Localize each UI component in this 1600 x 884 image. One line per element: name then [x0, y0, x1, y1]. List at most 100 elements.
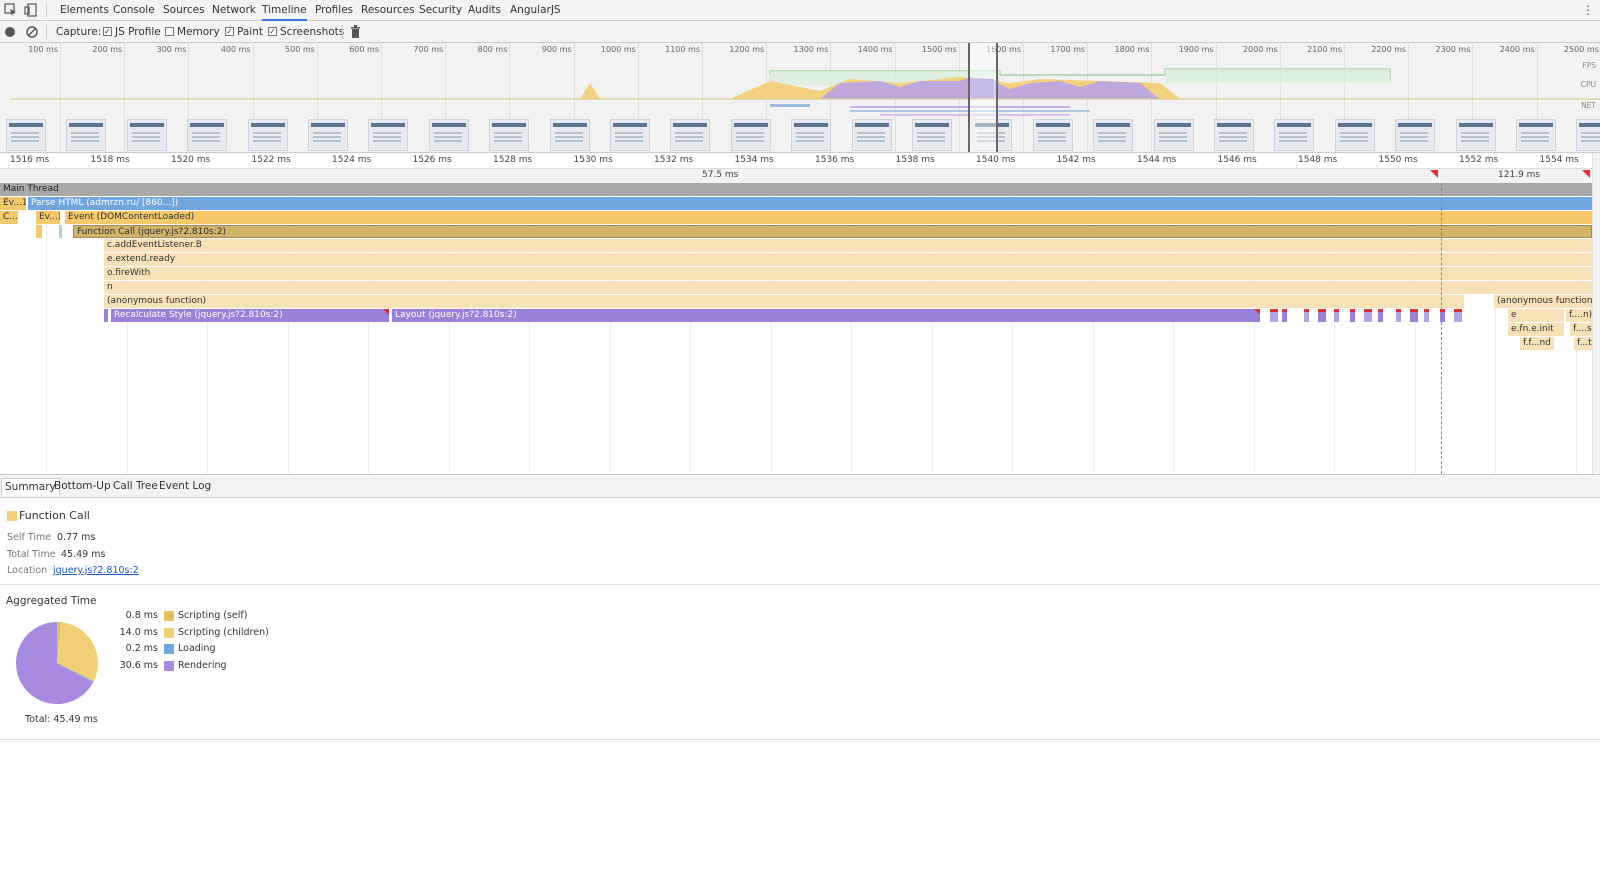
tab-audits[interactable]: Audits — [468, 0, 501, 21]
flame-parse-html-bar[interactable]: Parse HTML (admrzn.ru/ [860...]) — [28, 197, 1592, 210]
flame-layout-slice[interactable] — [1270, 309, 1278, 322]
flame-fn-init-bar[interactable]: e.fn.e.init — [1508, 323, 1564, 336]
js-profile-checkbox[interactable]: ✓ — [103, 27, 112, 36]
screenshot-thumbnail[interactable] — [730, 119, 771, 151]
screenshot-thumbnail[interactable] — [6, 119, 46, 151]
screenshot-thumbnail[interactable] — [126, 119, 167, 151]
memory-label[interactable]: Memory — [177, 21, 220, 43]
inspect-element-icon[interactable] — [4, 3, 18, 17]
flame-recalculate-style-bar[interactable]: Recalculate Style (jquery.js?2.810s:2) — [111, 309, 389, 322]
flame-chart[interactable]: Main Thread Ev...1) Parse HTML (admrzn.r… — [0, 183, 1592, 474]
net-lane-label: NET — [1581, 101, 1596, 110]
paint-label[interactable]: Paint — [237, 21, 263, 43]
screenshot-thumbnail[interactable] — [66, 119, 107, 151]
flame-layout-slice[interactable] — [1378, 309, 1383, 322]
flame-f-n-bar[interactable]: f....n) — [1566, 309, 1592, 322]
memory-checkbox[interactable] — [165, 27, 174, 36]
screenshot-thumbnail[interactable] — [610, 119, 650, 151]
timeline-overview[interactable]: 100 ms 200 ms 300 ms 400 ms 500 ms 600 ms 700 … — [0, 43, 1600, 153]
screenshot-thumbnail[interactable] — [1093, 119, 1134, 151]
flame-small-bar[interactable] — [59, 225, 62, 238]
screenshot-thumbnail[interactable] — [912, 119, 952, 151]
flame-event-domcontentloaded-bar[interactable]: Event (DOMContentLoaded) — [65, 211, 1592, 224]
tab-console[interactable]: Console — [113, 0, 155, 21]
device-mode-icon[interactable] — [24, 3, 38, 17]
screenshot-thumbnail[interactable] — [1516, 119, 1556, 151]
flame-layout-slice[interactable] — [1396, 309, 1401, 322]
tab-bottom-up[interactable]: Bottom-Up — [51, 478, 114, 496]
flame-layout-bar[interactable]: Layout (jquery.js?2.810s:2) — [392, 309, 1260, 322]
flame-layout-slice[interactable] — [1350, 309, 1355, 322]
screenshot-thumbnail[interactable] — [1334, 119, 1375, 151]
trash-icon[interactable] — [350, 25, 361, 38]
flame-n-bar[interactable]: n — [104, 281, 1592, 294]
flame-f-s-bar[interactable]: f....s — [1570, 323, 1592, 336]
flame-layout-slice[interactable] — [1364, 309, 1372, 322]
flame-scrollbar[interactable] — [1592, 153, 1600, 474]
flame-layout-slice[interactable] — [1454, 309, 1462, 322]
flame-ffnd-bar[interactable]: f.f...nd — [1520, 337, 1554, 350]
warning-marker-icon — [1254, 309, 1260, 315]
more-options-icon[interactable]: ⋮ — [1582, 3, 1594, 17]
screenshot-thumbnail[interactable] — [1455, 119, 1496, 151]
flame-layout-slice[interactable] — [1304, 309, 1309, 322]
tab-sources[interactable]: Sources — [163, 0, 205, 21]
flame-e-bar[interactable]: e — [1508, 309, 1564, 322]
tab-elements[interactable]: Elements — [60, 0, 109, 21]
location-link[interactable]: jquery.js?2.810s:2 — [53, 565, 139, 576]
screenshots-checkbox[interactable]: ✓ — [268, 27, 277, 36]
flame-fire-with-bar[interactable]: o.fireWith — [104, 267, 1592, 280]
tab-event-log[interactable]: Event Log — [156, 478, 214, 496]
screenshot-thumbnail[interactable] — [1576, 119, 1600, 151]
screenshot-thumbnail[interactable] — [187, 119, 228, 151]
ruler-tick-label: 1532 ms — [654, 155, 694, 165]
warning-marker-icon — [383, 309, 389, 315]
tab-timeline[interactable]: Timeline — [262, 0, 307, 21]
flame-event-bar[interactable]: C...) — [0, 211, 18, 224]
tab-call-tree[interactable]: Call Tree — [110, 478, 161, 496]
screenshot-thumbnail[interactable] — [851, 119, 892, 151]
overview-selection-window[interactable] — [968, 43, 998, 152]
screenshot-thumbnail[interactable] — [308, 119, 348, 151]
flame-layout-slice[interactable] — [1410, 309, 1418, 322]
flame-layout-slice[interactable] — [1282, 309, 1287, 322]
clear-icon[interactable] — [26, 26, 38, 38]
ruler-tick-label: 1518 ms — [90, 155, 130, 165]
tab-angularjs[interactable]: AngularJS — [510, 0, 561, 21]
flame-f-t-bar[interactable]: f...t — [1574, 337, 1592, 350]
screenshot-thumbnail[interactable] — [1032, 119, 1073, 151]
screenshot-thumbnail[interactable] — [247, 119, 288, 151]
flame-event-bar[interactable]: Ev...1) — [0, 197, 26, 210]
tab-network[interactable]: Network — [212, 0, 256, 21]
tab-resources[interactable]: Resources — [361, 0, 415, 21]
screenshot-thumbnail[interactable] — [489, 119, 530, 151]
flame-function-call-bar[interactable]: Function Call (jquery.js?2.810s:2) — [73, 225, 1592, 238]
main-thread-header[interactable]: Main Thread — [0, 183, 1592, 196]
screenshot-thumbnail[interactable] — [368, 119, 409, 151]
screenshot-thumbnail[interactable] — [670, 119, 711, 151]
ruler-tick-label: 1540 ms — [976, 155, 1016, 165]
flame-extend-ready-bar[interactable]: e.extend.ready — [104, 253, 1592, 266]
screenshot-thumbnail[interactable] — [1153, 119, 1194, 151]
paint-checkbox[interactable]: ✓ — [225, 27, 234, 36]
js-profile-label[interactable]: JS Profile — [115, 21, 161, 43]
flame-small-bar[interactable] — [36, 225, 42, 238]
screenshot-thumbnail[interactable] — [428, 119, 469, 151]
screenshot-thumbnail[interactable] — [1274, 119, 1315, 151]
tab-security[interactable]: Security — [419, 0, 462, 21]
screenshots-label[interactable]: Screenshots — [280, 21, 344, 43]
record-icon[interactable] — [4, 26, 16, 38]
screenshot-thumbnail[interactable] — [791, 119, 832, 151]
flame-small-bar[interactable] — [104, 309, 108, 322]
flame-layout-slice[interactable] — [1424, 309, 1429, 322]
flame-event-bar[interactable]: Ev...) — [36, 211, 60, 224]
flame-anonymous-function-bar[interactable]: (anonymous function) — [1494, 295, 1592, 308]
screenshot-thumbnail[interactable] — [1214, 119, 1254, 151]
flame-layout-slice[interactable] — [1318, 309, 1326, 322]
screenshot-thumbnail[interactable] — [549, 119, 590, 151]
flame-anonymous-function-bar[interactable]: (anonymous function) — [104, 295, 1464, 308]
tab-profiles[interactable]: Profiles — [315, 0, 353, 21]
flame-layout-slice[interactable] — [1334, 309, 1339, 322]
flame-add-event-listener-bar[interactable]: c.addEventListener.B — [104, 239, 1592, 252]
screenshot-thumbnail[interactable] — [1395, 119, 1436, 151]
